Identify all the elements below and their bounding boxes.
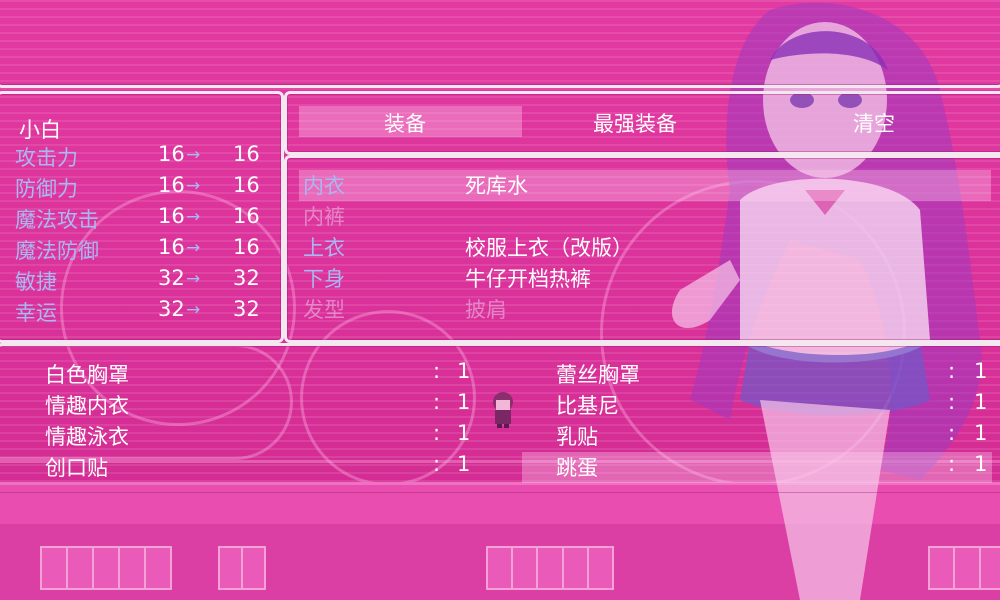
item-count: 1 (974, 452, 988, 476)
item-count: 1 (974, 359, 988, 383)
stat-label: 敏捷 (15, 270, 57, 294)
item-name: 跳蛋 (556, 456, 598, 480)
slot-label: 发型 (303, 298, 345, 322)
stat-label: 魔法防御 (15, 239, 99, 263)
item-count: 1 (974, 421, 988, 445)
stat-row-luck: 幸运 32 → 32 (15, 297, 261, 328)
stat-label: 防御力 (15, 177, 78, 201)
slot-label: 内裤 (303, 205, 345, 229)
item-colon: : (433, 452, 441, 476)
item-entry[interactable]: 情趣内衣 : 1 (45, 390, 485, 421)
stat-current: 16 (158, 235, 185, 259)
item-name: 创口贴 (45, 456, 108, 480)
right-arrow-icon: → (186, 145, 201, 165)
stat-label: 攻击力 (15, 146, 78, 170)
command-window: 装备 最强装备 清空 (284, 91, 1000, 155)
item-name: 情趣内衣 (45, 394, 129, 418)
item-colon: : (433, 359, 441, 383)
stat-new: 16 (233, 235, 260, 259)
slot-label: 下身 (303, 267, 345, 291)
item-name: 白色胸罩 (45, 363, 129, 387)
stat-new: 32 (233, 266, 260, 290)
item-colon: : (948, 452, 956, 476)
building-window (218, 546, 266, 590)
stat-row-agility: 敏捷 32 → 32 (15, 266, 261, 297)
stat-label: 魔法攻击 (15, 208, 99, 232)
item-count: 1 (974, 390, 988, 414)
item-count: 1 (457, 390, 471, 414)
building-window (486, 546, 614, 590)
item-count: 1 (457, 452, 471, 476)
slot-row-panties[interactable]: 内裤 (303, 201, 993, 232)
item-name: 情趣泳衣 (45, 425, 129, 449)
stat-new: 16 (233, 142, 260, 166)
right-arrow-icon: → (186, 176, 201, 196)
item-colon: : (433, 390, 441, 414)
item-colon: : (948, 390, 956, 414)
stat-new: 16 (233, 173, 260, 197)
item-count: 1 (457, 359, 471, 383)
item-name: 蕾丝胸罩 (556, 363, 640, 387)
item-entry[interactable]: 蕾丝胸罩 : 1 (556, 359, 996, 390)
item-colon: : (433, 421, 441, 445)
slot-row-underwear[interactable]: 内衣 死库水 (303, 170, 993, 201)
item-colon: : (948, 421, 956, 445)
actor-name: 小白 (19, 118, 61, 142)
stat-current: 32 (158, 266, 185, 290)
item-entry[interactable]: 创口贴 : 1 (45, 452, 485, 483)
right-arrow-icon: → (186, 269, 201, 289)
item-entry[interactable]: 情趣泳衣 : 1 (45, 421, 485, 452)
slot-item: 披肩 (465, 298, 507, 322)
stat-row-attack: 攻击力 16 → 16 (15, 142, 261, 173)
slot-label: 上衣 (303, 236, 345, 260)
stat-current: 16 (158, 142, 185, 166)
slot-item: 牛仔开档热裤 (465, 267, 591, 291)
slot-row-bottom[interactable]: 下身 牛仔开档热裤 (303, 263, 993, 294)
item-name: 乳贴 (556, 425, 598, 449)
right-arrow-icon: → (186, 207, 201, 227)
item-entry[interactable]: 比基尼 : 1 (556, 390, 996, 421)
item-colon: : (948, 359, 956, 383)
item-count: 1 (457, 421, 471, 445)
equip-command[interactable]: 装备 (384, 108, 426, 138)
slot-item: 死库水 (465, 174, 528, 198)
item-entry[interactable]: 白色胸罩 : 1 (45, 359, 485, 390)
building-window (40, 546, 172, 590)
stat-current: 16 (158, 173, 185, 197)
stat-current: 16 (158, 204, 185, 228)
stat-row-magic-attack: 魔法攻击 16 → 16 (15, 204, 261, 235)
stat-new: 16 (233, 204, 260, 228)
item-entry-selected[interactable]: 跳蛋 : 1 (556, 452, 996, 483)
stat-row-defense: 防御力 16 → 16 (15, 173, 261, 204)
slot-row-hairstyle[interactable]: 发型 披肩 (303, 294, 993, 325)
right-arrow-icon: → (186, 238, 201, 258)
stat-new: 32 (233, 297, 260, 321)
stat-label: 幸运 (15, 301, 57, 325)
item-name: 比基尼 (556, 394, 619, 418)
stat-row-magic-defense: 魔法防御 16 → 16 (15, 235, 261, 266)
stat-current: 32 (158, 297, 185, 321)
item-entry[interactable]: 乳贴 : 1 (556, 421, 996, 452)
clear-command[interactable]: 清空 (853, 108, 895, 138)
slot-label: 内衣 (303, 174, 345, 198)
optimize-command[interactable]: 最强装备 (593, 108, 677, 138)
slot-item: 校服上衣（改版） (465, 236, 633, 260)
help-window (0, 0, 1000, 88)
status-window: 小白 攻击力 16 → 16 防御力 16 → 16 魔法攻击 16 → 16 … (0, 91, 284, 343)
right-arrow-icon: → (186, 300, 201, 320)
slot-row-top[interactable]: 上衣 校服上衣（改版） (303, 232, 993, 263)
